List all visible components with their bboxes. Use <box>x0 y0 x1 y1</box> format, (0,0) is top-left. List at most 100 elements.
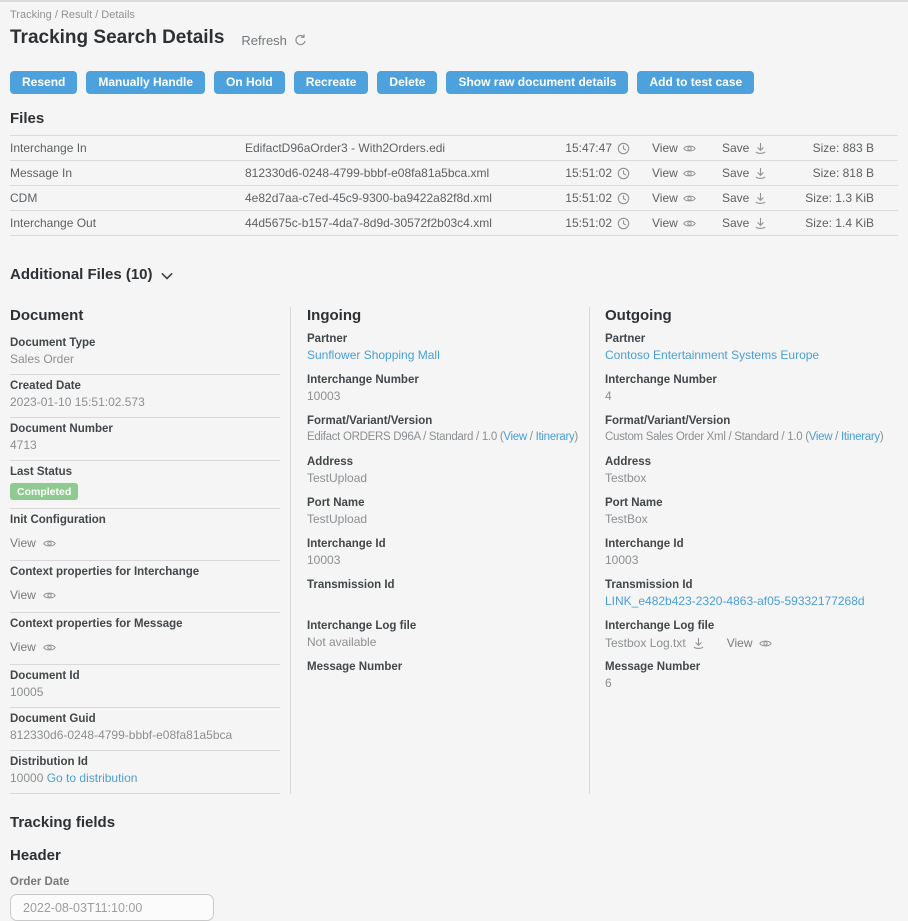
view-file-button[interactable]: View <box>652 191 710 205</box>
file-name: 44d5675c-b157-4da7-8d9d-30572f2b03c4.xml <box>245 216 550 230</box>
file-time-text: 15:51:02 <box>565 191 612 205</box>
view-context-message-button[interactable]: View <box>10 640 280 654</box>
field-value <box>307 594 583 609</box>
ingoing-format-itinerary-link[interactable]: Itinerary <box>536 431 575 443</box>
download-log-button[interactable]: Testbox Log.txt <box>605 636 705 650</box>
refresh-label: Refresh <box>241 33 287 48</box>
file-time-text: 15:51:02 <box>565 216 612 230</box>
ingoing-partner-link[interactable]: Sunflower Shopping Mall <box>307 348 440 362</box>
view-label: View <box>10 588 36 602</box>
file-time: 15:51:02 <box>550 216 630 230</box>
recreate-button[interactable]: Recreate <box>294 71 369 94</box>
refresh-button[interactable]: Refresh <box>241 33 307 48</box>
field-value: Not available <box>307 635 583 650</box>
field-value: 10005 <box>10 685 280 700</box>
view-file-button[interactable]: View <box>652 216 710 230</box>
eye-icon <box>683 192 696 205</box>
field-ingoing-port-name: Port Name TestUpload <box>307 496 583 527</box>
file-time: 15:47:47 <box>550 141 630 155</box>
field-label: Interchange Log file <box>307 619 583 633</box>
refresh-icon <box>294 34 307 47</box>
delete-button[interactable]: Delete <box>377 71 437 94</box>
format-paren-close: ) <box>574 431 578 443</box>
resend-button[interactable]: Resend <box>10 71 77 94</box>
file-time: 15:51:02 <box>550 191 630 205</box>
status-badge: Completed <box>10 483 78 500</box>
save-file-button[interactable]: Save <box>722 141 780 155</box>
field-context-properties-interchange: Context properties for Interchange View <box>10 561 280 613</box>
field-label: Transmission Id <box>605 578 898 592</box>
breadcrumb[interactable]: Tracking / Result / Details <box>10 2 898 21</box>
view-init-configuration-button[interactable]: View <box>10 536 280 550</box>
format-separator: / <box>832 431 841 443</box>
show-raw-document-details-button[interactable]: Show raw document details <box>446 71 628 94</box>
field-document-guid: Document Guid 812330d6-0248-4799-bbbf-e0… <box>10 708 280 751</box>
transmission-id-link[interactable]: LINK_e482b423-2320-4863-af05-59332177268… <box>605 594 865 608</box>
field-value: 4713 <box>10 438 280 453</box>
field-ingoing-transmission-id: Transmission Id <box>307 578 583 609</box>
field-label: Context properties for Message <box>10 617 280 631</box>
field-document-number: Document Number 4713 <box>10 418 280 461</box>
field-value: 812330d6-0248-4799-bbbf-e08fa81a5bca <box>10 728 280 743</box>
ingoing-heading: Ingoing <box>307 307 583 324</box>
view-context-interchange-button[interactable]: View <box>10 588 280 602</box>
file-size: Size: 818 B <box>780 166 874 180</box>
eye-icon <box>43 589 56 602</box>
field-label: Format/Variant/Version <box>307 414 583 428</box>
ingoing-format-view-link[interactable]: View <box>503 431 527 443</box>
view-label: View <box>10 536 36 550</box>
field-label: Partner <box>307 332 583 346</box>
outgoing-format-itinerary-link[interactable]: Itinerary <box>841 431 880 443</box>
field-ingoing-format: Format/Variant/Version Edifact ORDERS D9… <box>307 414 583 445</box>
field-outgoing-interchange-id: Interchange Id 10003 <box>605 537 898 568</box>
field-label: Address <box>605 455 898 469</box>
field-label: Address <box>307 455 583 469</box>
files-table: Interchange In EdifactD96aOrder3 - With2… <box>10 135 898 236</box>
order-date-input[interactable] <box>10 894 214 921</box>
manually-handle-button[interactable]: Manually Handle <box>86 71 205 94</box>
title-row: Tracking Search Details Refresh <box>10 27 898 49</box>
save-file-button[interactable]: Save <box>722 216 780 230</box>
eye-icon <box>683 217 696 230</box>
view-label: View <box>652 166 678 180</box>
file-size: Size: 883 B <box>780 141 874 155</box>
save-file-button[interactable]: Save <box>722 191 780 205</box>
field-label: Partner <box>605 332 898 346</box>
field-value: 10003 <box>307 553 583 568</box>
field-label: Transmission Id <box>307 578 583 592</box>
field-value: TestBox <box>605 512 898 527</box>
field-document-type: Document Type Sales Order <box>10 332 280 375</box>
order-date-label: Order Date <box>10 876 898 888</box>
field-label: Last Status <box>10 465 280 479</box>
field-label: Interchange Number <box>307 373 583 387</box>
field-value: 6 <box>605 676 898 691</box>
eye-icon <box>683 142 696 155</box>
view-file-button[interactable]: View <box>652 141 710 155</box>
save-label: Save <box>722 191 749 205</box>
field-value: Sales Order <box>10 352 280 367</box>
field-ingoing-address: Address TestUpload <box>307 455 583 486</box>
clock-icon <box>617 192 630 205</box>
view-label: View <box>652 141 678 155</box>
go-to-distribution-link[interactable]: Go to distribution <box>47 771 138 785</box>
save-file-button[interactable]: Save <box>722 166 780 180</box>
on-hold-button[interactable]: On Hold <box>214 71 285 94</box>
view-label: View <box>652 191 678 205</box>
format-text: Custom Sales Order Xml / Standard / 1.0 <box>605 431 802 443</box>
outgoing-format-view-link[interactable]: View <box>809 431 833 443</box>
outgoing-partner-link[interactable]: Contoso Entertainment Systems Europe <box>605 348 819 362</box>
additional-files-toggle[interactable]: Additional Files (10) <box>10 266 898 283</box>
field-outgoing-address: Address Testbox <box>605 455 898 486</box>
field-value: TestUpload <box>307 471 583 486</box>
log-file-row: Testbox Log.txt View <box>605 636 898 650</box>
file-row-label: Message In <box>10 166 245 180</box>
add-to-test-case-button[interactable]: Add to test case <box>637 71 754 94</box>
field-value: 4 <box>605 389 898 404</box>
field-outgoing-format: Format/Variant/Version Custom Sales Orde… <box>605 414 898 445</box>
eye-icon <box>683 167 696 180</box>
view-file-button[interactable]: View <box>652 166 710 180</box>
page-title: Tracking Search Details <box>10 27 224 49</box>
save-label: Save <box>722 166 749 180</box>
view-log-button[interactable]: View <box>727 636 772 650</box>
outgoing-heading: Outgoing <box>605 307 898 324</box>
